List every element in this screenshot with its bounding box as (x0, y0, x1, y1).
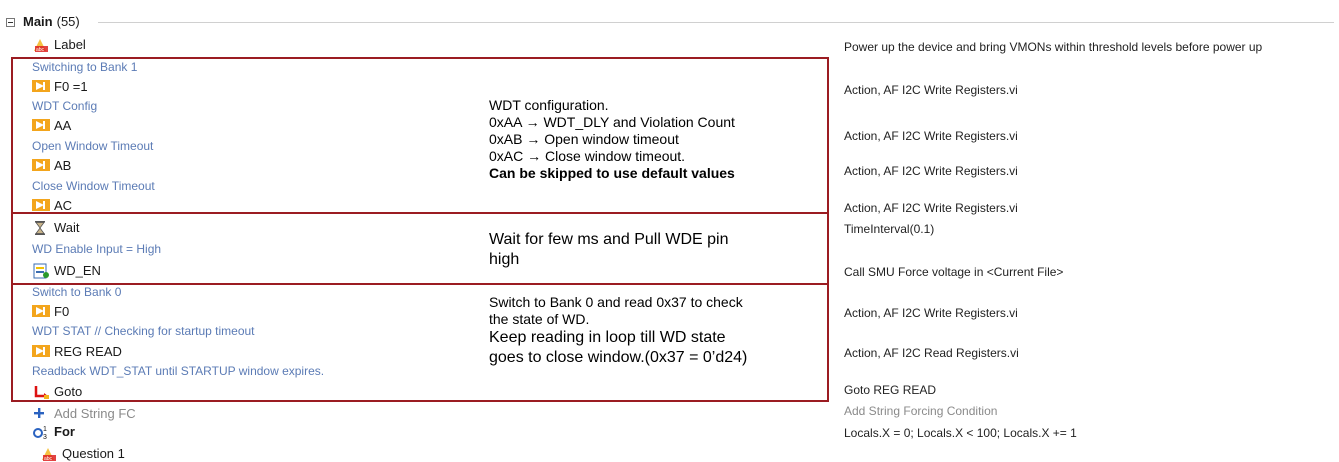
for-loop-icon: 13 (32, 424, 50, 440)
step-description: Goto REG READ (844, 383, 937, 397)
step-description: Locals.X = 0; Locals.X < 100; Locals.X +… (844, 426, 1077, 440)
step-description: Add String Forcing Condition (844, 404, 998, 418)
wdt-annotation-line3: 0xAB → Open window timeout (489, 131, 679, 147)
step-description: Power up the device and bring VMONs with… (844, 40, 1263, 54)
bank0-annotation-line4: goes to close window.(0x37 = 0’d24) (489, 349, 748, 366)
sequence-step-label[interactable]: abc Label (32, 37, 86, 53)
bank0-annotation-line1: Switch to Bank 0 and read 0x37 to check (489, 294, 743, 310)
step-description: Action, AF I2C Read Registers.vi (844, 346, 1019, 360)
sequence-step-for[interactable]: 1 3 For (32, 424, 75, 440)
bank0-annotation-line2: the state of WD. (489, 311, 590, 327)
step-description: Action, AF I2C Write Registers.vi (844, 83, 1018, 97)
main-header-divider (98, 22, 1334, 23)
wait-annotation-line1: Wait for few ms and Pull WDE pin (489, 231, 729, 248)
bank0-annotation: Switch to Bank 0 and read 0x37 to check … (489, 294, 747, 368)
svg-text:abc: abc (36, 47, 45, 53)
bank0-annotation-line3: Keep reading in loop till WD state (489, 329, 726, 346)
wait-annotation: Wait for few ms and Pull WDE pin high (489, 230, 728, 270)
wait-annotation-line2: high (489, 251, 520, 268)
step-description: Call SMU Force voltage in <Current File> (844, 265, 1064, 279)
plus-icon (32, 406, 50, 422)
wdt-annotation-line1: WDT configuration. (489, 97, 609, 113)
sequence-step-addfc[interactable]: Add String FC (32, 406, 136, 422)
step-description: Action, AF I2C Write Registers.vi (844, 129, 1018, 143)
svg-text:3: 3 (43, 434, 47, 440)
step-label: For (54, 424, 75, 439)
collapse-toggle-icon[interactable] (6, 17, 15, 27)
label-icon: abc (32, 37, 50, 53)
svg-text:1: 1 (43, 426, 47, 433)
label-icon: abc (40, 446, 58, 462)
main-group-header[interactable]: Main (55) (6, 14, 80, 30)
step-description: Action, AF I2C Write Registers.vi (844, 201, 1018, 215)
wdt-annotation-line4: 0xAC → Close window timeout. (489, 148, 686, 164)
step-description: Action, AF I2C Write Registers.vi (844, 306, 1018, 320)
wdt-annotation-line2: 0xAA → WDT_DLY and Violation Count (489, 114, 735, 130)
main-group-label: Main (23, 14, 53, 29)
step-description: Action, AF I2C Write Registers.vi (844, 164, 1018, 178)
main-group-count: (55) (56, 14, 80, 29)
step-label: Label (54, 37, 86, 52)
step-description: TimeInterval(0.1) (844, 222, 935, 236)
step-label: Question 1 (62, 446, 125, 461)
step-label: Add String FC (54, 406, 136, 421)
svg-text:abc: abc (44, 456, 53, 462)
wdt-annotation-line5: Can be skipped to use default values (489, 165, 735, 181)
sequence-step-q1[interactable]: abc Question 1 (40, 446, 125, 462)
wdt-annotation: WDT configuration. 0xAA → WDT_DLY and Vi… (489, 97, 735, 182)
